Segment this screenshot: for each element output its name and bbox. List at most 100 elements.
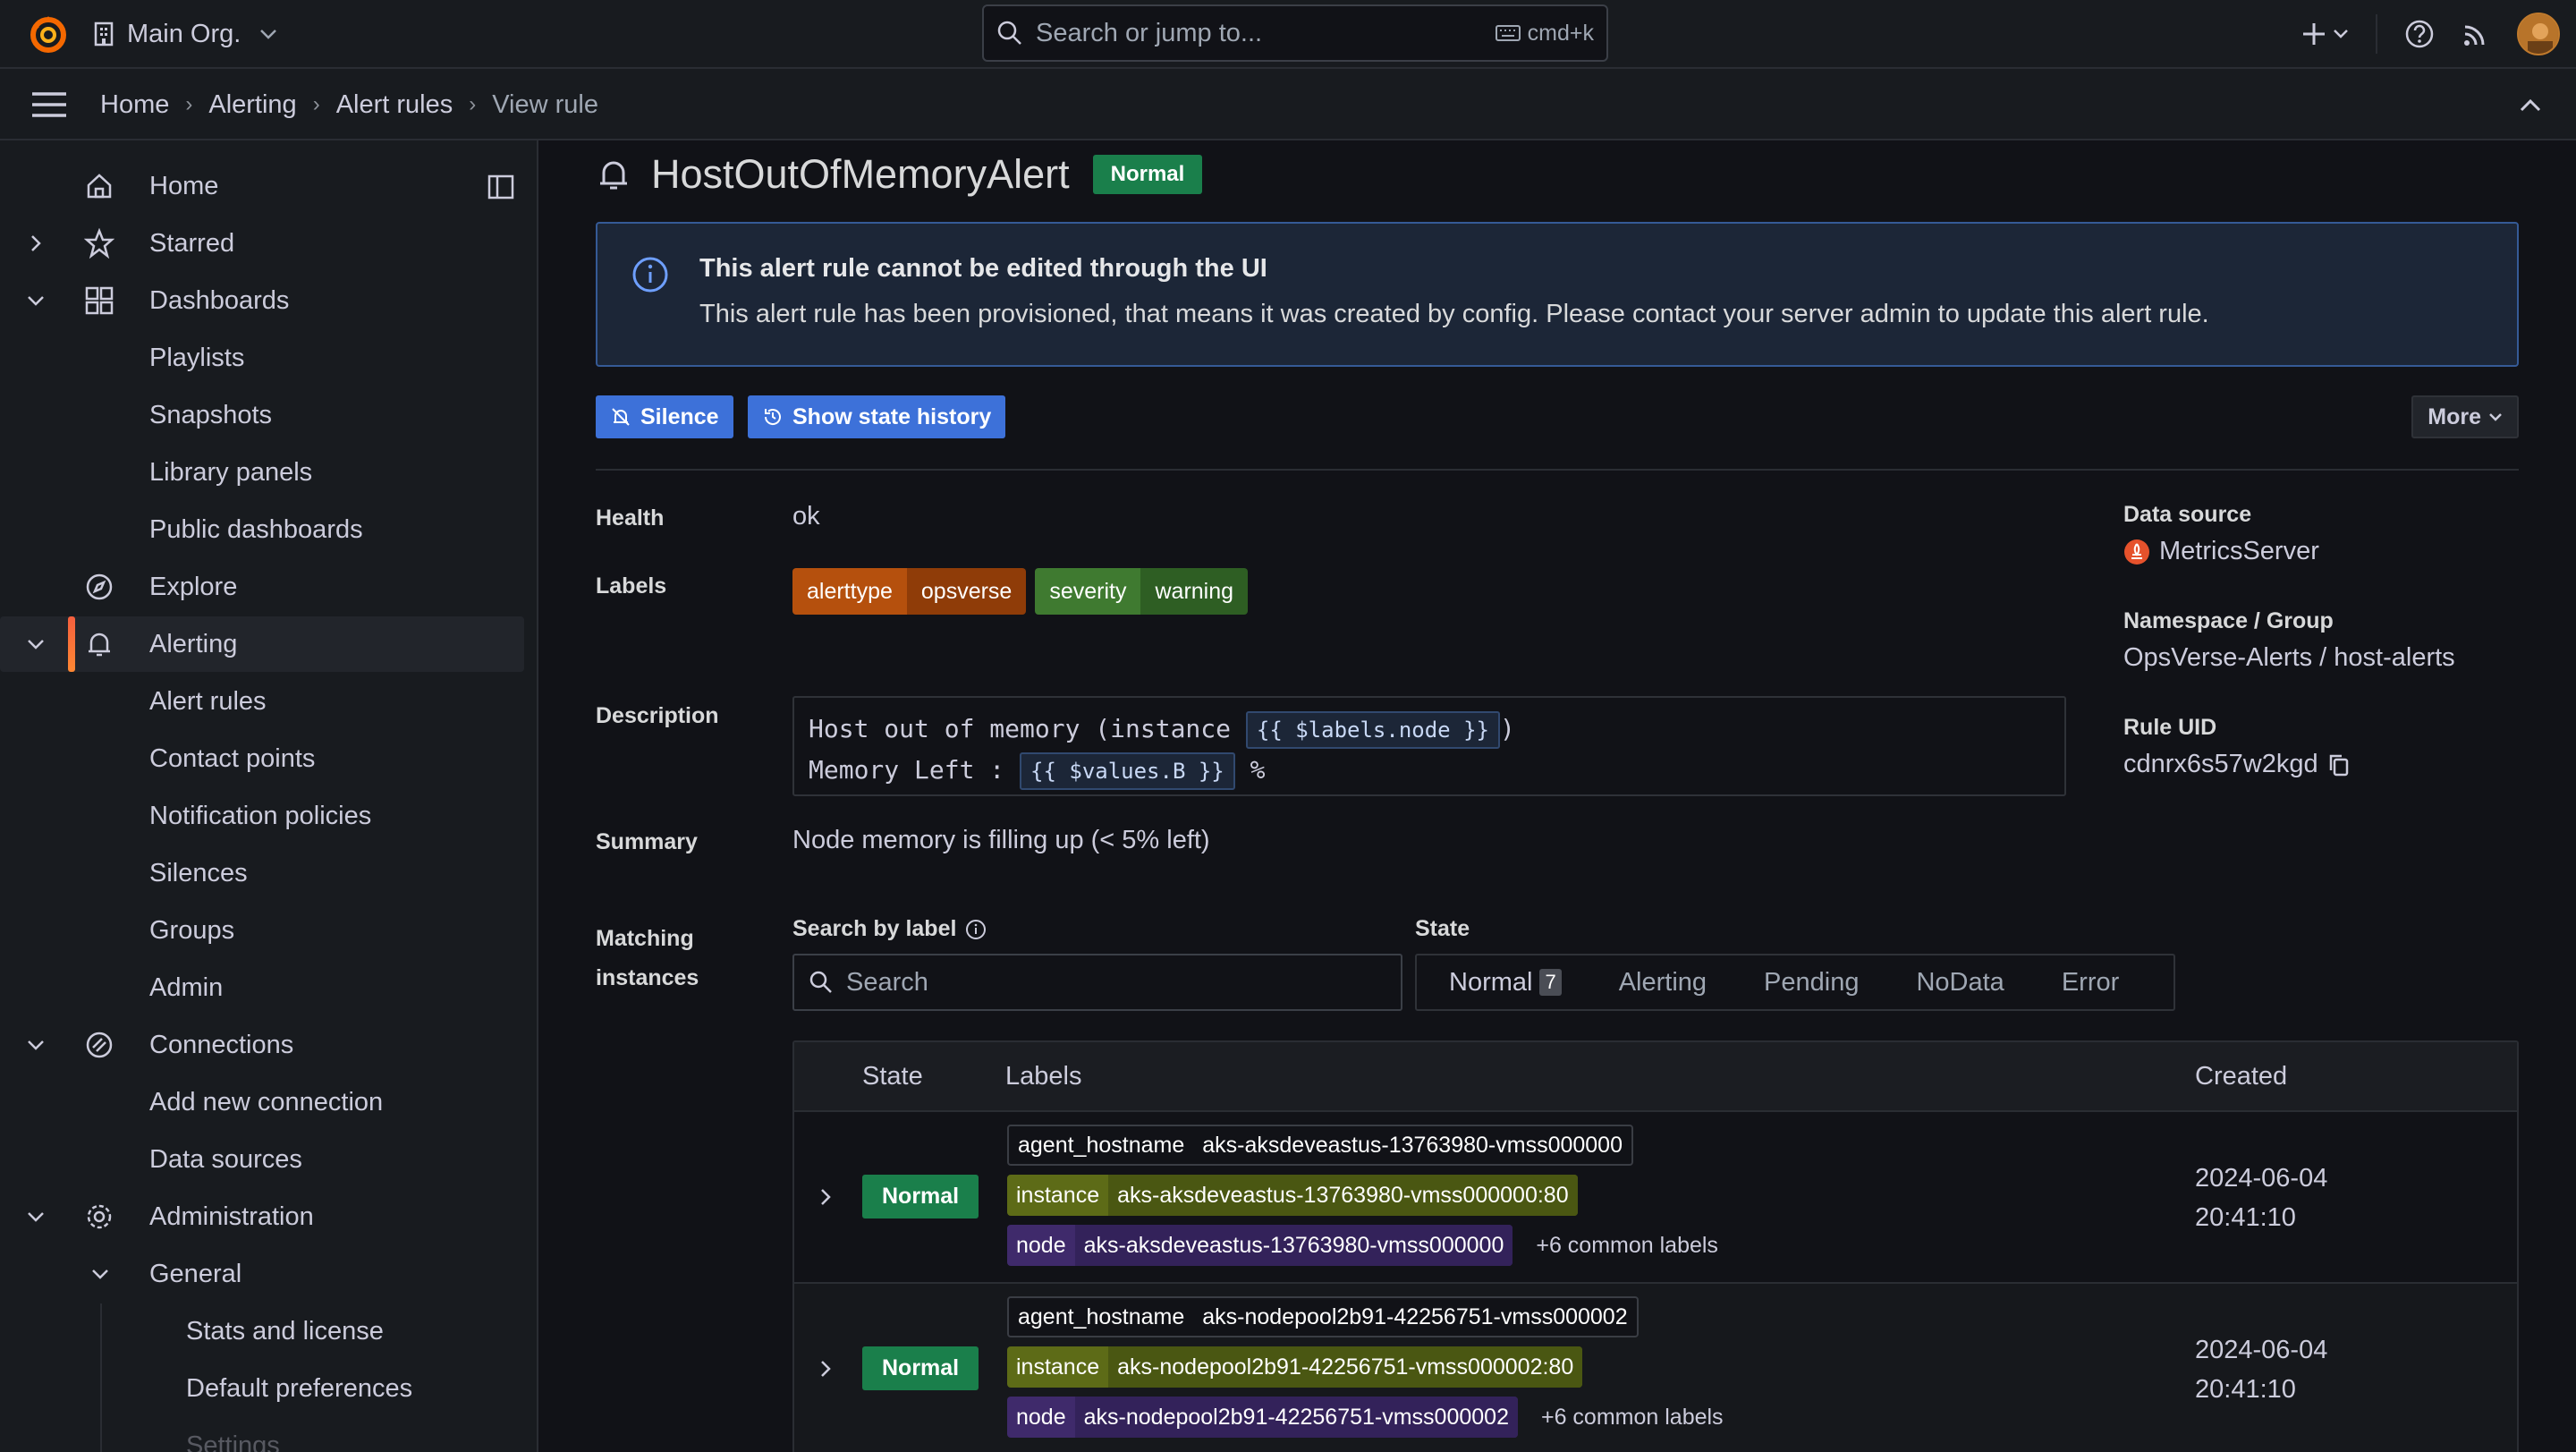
table-header: State Labels Created [794,1042,2517,1110]
chevron-down-icon[interactable] [25,1206,47,1227]
breadcrumb-home[interactable]: Home [100,90,169,120]
instance-labels: agent_hostname aks-aksdeveastus-13763980-… [1007,1125,1718,1266]
search-placeholder: Search [846,967,928,997]
sidebar-item-alerting[interactable]: Alerting [0,616,524,672]
sidebar-item-label: Stats and license [186,1316,384,1346]
news-feed-icon[interactable] [2462,20,2490,48]
sidebar-item-library-panels[interactable]: Library panels [0,445,524,500]
common-labels-toggle[interactable]: +6 common labels [1541,1405,1724,1431]
sidebar-item-label: Playlists [149,343,245,372]
state-filter-error[interactable]: Error [2033,959,2148,1006]
chevron-right-icon[interactable] [25,233,47,254]
sidebar-item-label: Explore [149,572,238,601]
add-new-button[interactable] [2301,21,2349,47]
state-filter-alerting[interactable]: Alerting [1590,959,1735,1006]
matching-label-line: instances [596,965,699,990]
chevron-up-icon[interactable] [2517,92,2544,119]
sidebar-item-dashboards[interactable]: Dashboards [0,273,524,328]
chevron-down-icon [260,30,277,39]
description-line: Host out of memory (instance {{ $labels.… [809,709,2050,750]
chevron-down-icon[interactable] [25,290,47,311]
sidebar-item-label: Contact points [149,743,316,773]
search-icon [809,971,832,993]
namespace-value: OpsVerse-Alerts / host-alerts [2123,643,2455,672]
sidebar-item-public-dashboards[interactable]: Public dashboards [0,502,524,557]
sidebar-item-general[interactable]: General [0,1246,524,1302]
info-icon[interactable] [965,919,987,940]
global-search-input[interactable]: Search or jump to... cmd+k [982,4,1608,62]
sidebar-item-default-preferences[interactable]: Default preferences [0,1361,524,1416]
bell-slash-icon [612,408,630,426]
user-avatar[interactable] [2517,13,2560,55]
sidebar-item-administration[interactable]: Administration [0,1189,524,1244]
more-label: More [2428,403,2481,429]
sidebar-item-settings[interactable]: Settings [0,1418,524,1452]
bell-icon [600,161,627,190]
chevron-down-icon[interactable] [25,633,47,655]
sidebar-item-silences[interactable]: Silences [0,845,524,901]
description-label: Description [596,703,719,728]
state-filter-label: Pending [1764,967,1860,997]
breadcrumb-alerting[interactable]: Alerting [208,90,296,120]
common-labels-toggle[interactable]: +6 common labels [1536,1233,1718,1259]
namespace-label: Namespace / Group [2123,608,2334,633]
grafana-logo-icon[interactable] [27,13,70,55]
sidebar-item-admin[interactable]: Admin [0,960,524,1015]
star-icon [84,228,114,259]
copy-icon[interactable] [2327,752,2351,777]
status-badge: Normal [862,1346,979,1390]
state-filter-nodata[interactable]: NoData [1887,959,2032,1006]
sidebar-item-snapshots[interactable]: Snapshots [0,387,524,443]
state-filter-pending[interactable]: Pending [1735,959,1887,1006]
silence-button[interactable]: Silence [596,395,733,438]
more-button[interactable]: More [2411,395,2519,438]
sidebar-item-data-sources[interactable]: Data sources [0,1132,524,1187]
chevron-right-icon[interactable] [814,1185,837,1209]
sidebar-item-stats-and-license[interactable]: Stats and license [0,1303,524,1359]
created-date: 2024-06-04 [2195,1164,2328,1193]
sidebar-item-label: Snapshots [149,400,273,429]
sidebar-item-label: Admin [149,972,224,1002]
datasource-row: MetricsServer [2123,537,2319,566]
show-state-history-button[interactable]: Show state history [748,395,1006,438]
sidebar-item-label: Settings [186,1431,280,1452]
sidebar-item-label: Default preferences [186,1373,413,1403]
search-icon [997,21,1021,45]
datasource-value[interactable]: MetricsServer [2159,537,2319,566]
label-instance: instance aks-aksdeveastus-13763980-vmss00… [1007,1175,1578,1216]
health-value: ok [792,502,820,531]
silence-label: Silence [640,403,719,429]
sidebar-item-connections[interactable]: Connections [0,1017,524,1073]
sidebar-item-explore[interactable]: Explore [0,559,524,615]
chevron-down-icon[interactable] [25,1034,47,1056]
chevron-down-icon [2489,413,2502,421]
sidebar-item-starred[interactable]: Starred [0,216,524,271]
sidebar-item-label: Add new connection [149,1087,384,1117]
history-label: Show state history [792,403,992,429]
sidebar-item-add-new-connection[interactable]: Add new connection [0,1074,524,1130]
sidebar-item-label: Data sources [149,1144,302,1174]
sidebar-item-label: Alerting [149,629,238,658]
count-badge: 7 [1539,969,1562,996]
state-filter-normal[interactable]: Normal 7 [1420,959,1590,1006]
sidebar-item-contact-points[interactable]: Contact points [0,731,524,786]
sidebar-item-label: General [149,1259,242,1288]
menu-toggle-icon[interactable] [30,90,68,119]
created-timestamp: 2024-06-04 20:41:10 [2195,1159,2327,1237]
chevron-down-icon[interactable] [89,1263,111,1285]
summary-label: Summary [596,829,698,854]
sidebar-item-playlists[interactable]: Playlists [0,330,524,386]
description-line: Memory Left : {{ $values.B }} % [809,750,2050,791]
instance-search-input[interactable]: Search [792,954,1402,1011]
main-content: HostOutOfMemoryAlert Normal This alert r… [540,140,2576,1452]
breadcrumb-alert-rules[interactable]: Alert rules [336,90,453,120]
sidebar-item-alert-rules[interactable]: Alert rules [0,674,524,729]
info-body: This alert rule has been provisioned, th… [699,300,2209,328]
label-value: aks-aksdeveastus-13763980-vmss000000:80 [1108,1175,1578,1216]
sidebar-item-groups[interactable]: Groups [0,903,524,958]
org-switcher[interactable]: Main Org. [93,16,278,52]
sidebar-item-notification-policies[interactable]: Notification policies [0,788,524,844]
chevron-right-icon[interactable] [814,1357,837,1380]
help-icon[interactable] [2404,19,2435,49]
sidebar-item-home[interactable]: Home [0,158,524,214]
